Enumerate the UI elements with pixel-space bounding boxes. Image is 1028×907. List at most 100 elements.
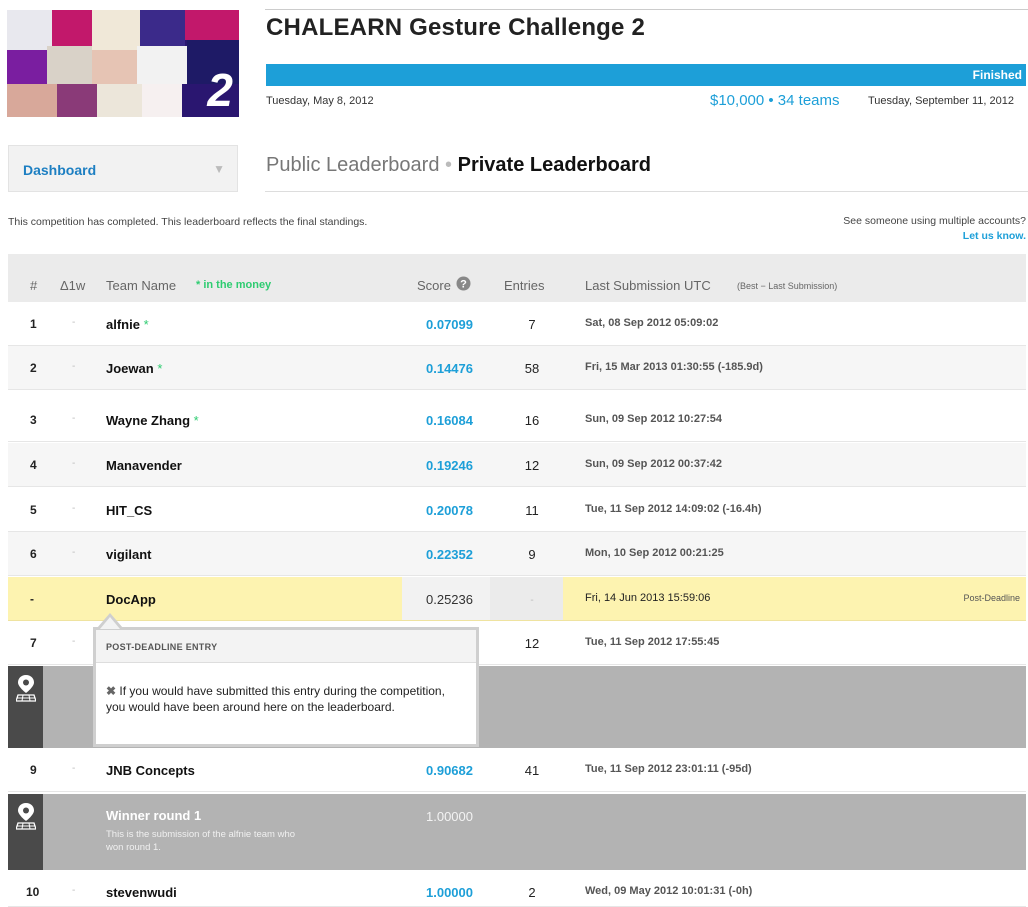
- score[interactable]: 0.22352: [419, 547, 473, 562]
- tab-private-leaderboard[interactable]: Private Leaderboard: [458, 154, 651, 176]
- benchmark-description: This is the submission of the alfnie tea…: [106, 829, 296, 853]
- logo-number: 2: [207, 64, 233, 116]
- rank: 9: [30, 763, 37, 777]
- popover-title: POST-DEADLINE ENTRY: [106, 642, 218, 652]
- rank: 5: [30, 503, 37, 517]
- leaderboard-header: # Δ1w Team Name * in the money Score ? E…: [8, 254, 1026, 302]
- dashboard-dropdown[interactable]: Dashboard ▼: [8, 145, 238, 192]
- help-icon[interactable]: ?: [456, 276, 471, 294]
- multi-accounts-box: See someone using multiple accounts? Let…: [843, 215, 1026, 242]
- money-star: *: [157, 361, 163, 376]
- delta: -: [72, 317, 76, 328]
- team-name[interactable]: Joewan *: [106, 361, 162, 376]
- team-label: Manavender: [106, 458, 182, 473]
- team-name[interactable]: Manavender: [106, 458, 182, 473]
- delta: -: [72, 503, 76, 514]
- benchmark-score: 1.00000: [426, 809, 473, 824]
- score[interactable]: 0.19246: [419, 458, 473, 473]
- team-name[interactable]: JNB Concepts: [106, 763, 195, 778]
- in-the-money-note: * in the money: [196, 279, 272, 291]
- tab-public-leaderboard[interactable]: Public Leaderboard: [266, 154, 439, 176]
- table-row[interactable]: 10 - stevenwudi 1.00000 2 Wed, 09 May 20…: [8, 870, 1026, 907]
- score: 0.25236: [426, 592, 473, 607]
- progress-bar: Finished: [266, 64, 1026, 86]
- table-row[interactable]: 4 - Manavender 0.19246 12 Sun, 09 Sep 20…: [8, 443, 1026, 487]
- rank: 1: [30, 317, 37, 331]
- rank: 3: [30, 413, 37, 427]
- status-label: Finished: [972, 68, 1022, 82]
- team-label: HIT_CS: [106, 503, 153, 518]
- entries: 12: [524, 636, 540, 651]
- col-delta: Δ1w: [60, 278, 86, 293]
- last-submission: Tue, 11 Sep 2012 23:01:11 (-95d): [585, 763, 752, 775]
- entries: -: [530, 595, 534, 606]
- post-deadline-tag: Post-Deadline: [963, 593, 1020, 603]
- svg-text:?: ?: [460, 279, 467, 291]
- last-submission: Fri, 14 Jun 2013 15:59:06: [585, 592, 711, 604]
- table-row[interactable]: 5 - HIT_CS 0.20078 11 Tue, 11 Sep 2012 1…: [8, 488, 1026, 532]
- last-submission: Tue, 11 Sep 2012 14:09:02 (-16.4h): [585, 503, 762, 515]
- last-submission: Tue, 11 Sep 2012 17:55:45: [585, 636, 720, 648]
- entries: 2: [528, 885, 536, 900]
- score[interactable]: 0.20078: [419, 503, 473, 518]
- money-star: *: [143, 317, 149, 332]
- benchmark-row[interactable]: Winner round 1 This is the submission of…: [8, 794, 1026, 870]
- table-row[interactable]: 3 - Wayne Zhang * 0.16084 16 Sun, 09 Sep…: [8, 398, 1026, 442]
- col-score[interactable]: Score: [417, 278, 451, 293]
- competition-title[interactable]: CHALEARN Gesture Challenge 2: [266, 14, 645, 42]
- score[interactable]: 1.00000: [419, 885, 473, 900]
- col-last-submission: Last Submission UTC: [585, 278, 711, 293]
- team-name[interactable]: stevenwudi: [106, 885, 177, 900]
- col-team: Team Name: [106, 278, 177, 293]
- score[interactable]: 0.14476: [419, 361, 473, 376]
- team-name[interactable]: Wayne Zhang *: [106, 413, 199, 428]
- team-label: JNB Concepts: [106, 763, 195, 778]
- team-label: stevenwudi: [106, 885, 177, 900]
- benchmark-pin: [8, 666, 43, 748]
- table-row[interactable]: 6 - vigilant 0.22352 9 Mon, 10 Sep 2012 …: [8, 532, 1026, 576]
- rank: 6: [30, 547, 37, 561]
- delta: -: [72, 763, 76, 774]
- score[interactable]: 0.16084: [419, 413, 473, 428]
- delta: -: [72, 458, 76, 469]
- delta: -: [72, 636, 76, 647]
- team-label: vigilant: [106, 547, 152, 562]
- map-pin-icon: [16, 803, 36, 830]
- last-submission: Wed, 09 May 2012 10:01:31 (-0h): [585, 885, 753, 897]
- popover-body: ✖ If you would have submitted this entry…: [96, 663, 476, 715]
- delta: -: [72, 413, 76, 424]
- table-row[interactable]: 1 - alfnie * 0.07099 7 Sat, 08 Sep 2012 …: [8, 302, 1026, 346]
- competition-logo[interactable]: 2: [7, 10, 239, 117]
- team-name[interactable]: DocApp: [106, 592, 156, 607]
- header-rule: [265, 9, 1028, 10]
- col-entries: Entries: [504, 278, 545, 293]
- post-deadline-row[interactable]: - DocApp 0.25236 - Fri, 14 Jun 2013 15:5…: [8, 577, 1026, 621]
- entries: 7: [528, 317, 536, 332]
- table-row[interactable]: 9 - JNB Concepts 0.90682 41 Tue, 11 Sep …: [8, 748, 1026, 792]
- team-name[interactable]: vigilant: [106, 547, 152, 562]
- score[interactable]: 0.07099: [419, 317, 473, 332]
- rank: 2: [30, 361, 37, 375]
- multi-accounts-question: See someone using multiple accounts?: [843, 215, 1026, 227]
- score[interactable]: 0.90682: [419, 763, 473, 778]
- chevron-down-icon: ▼: [213, 162, 225, 176]
- team-label: alfnie: [106, 317, 140, 332]
- rank: 7: [30, 636, 37, 650]
- tab-separator: •: [445, 154, 453, 176]
- leaderboard-tabs: Public Leaderboard • Private Leaderboard: [266, 154, 651, 177]
- team-name[interactable]: alfnie *: [106, 317, 149, 332]
- team-name[interactable]: HIT_CS: [106, 503, 152, 518]
- post-deadline-popover: POST-DEADLINE ENTRY ✖ If you would have …: [93, 627, 479, 747]
- team-label: Wayne Zhang: [106, 413, 191, 428]
- rank: 4: [30, 458, 37, 472]
- entries: 11: [525, 503, 539, 518]
- prize-teams[interactable]: $10,000 • 34 teams: [710, 92, 840, 109]
- start-date: Tuesday, May 8, 2012: [266, 95, 374, 107]
- tabs-rule: [265, 191, 1028, 192]
- money-star: *: [193, 413, 199, 428]
- table-row[interactable]: 2 - Joewan * 0.14476 58 Fri, 15 Mar 2013…: [8, 346, 1026, 390]
- close-icon[interactable]: ✖: [106, 684, 116, 698]
- let-us-know-link[interactable]: Let us know.: [843, 230, 1026, 242]
- col-last-submission-note: (Best − Last Submission): [737, 281, 838, 291]
- entries: 9: [528, 547, 536, 562]
